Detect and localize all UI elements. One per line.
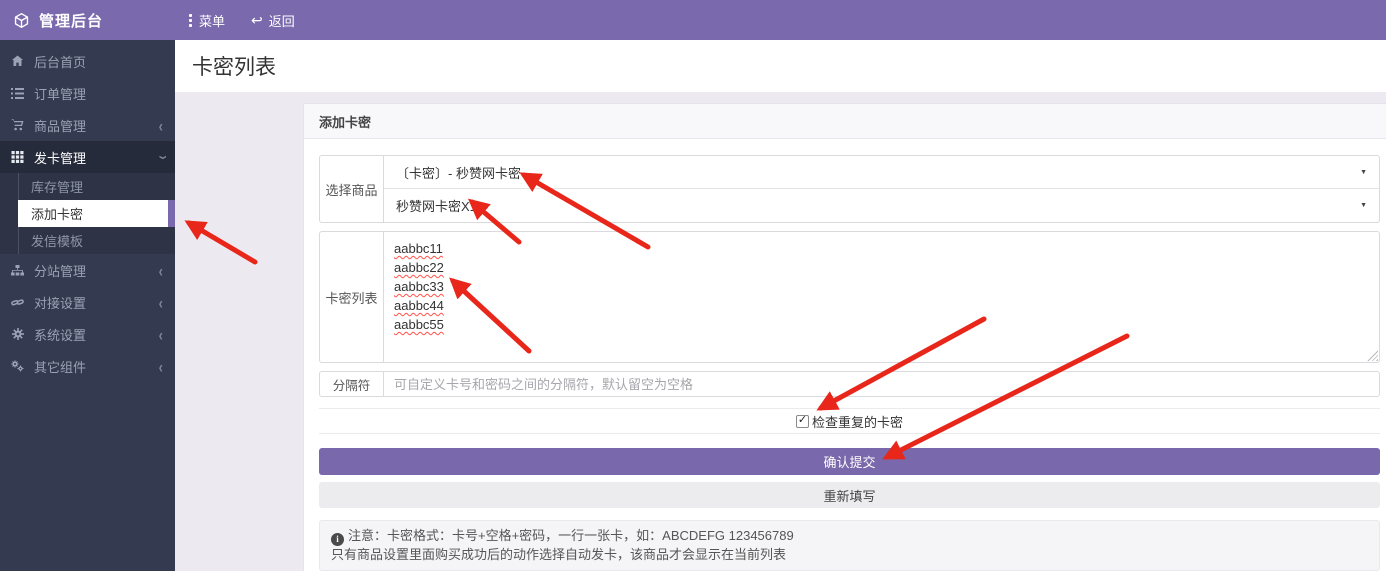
sitemap-icon bbox=[10, 264, 25, 277]
page-header-bar: 卡密列表 bbox=[175, 40, 1386, 92]
separator-group: 分隔符 bbox=[319, 371, 1380, 397]
list-icon bbox=[10, 87, 25, 100]
product-select-label: 选择商品 bbox=[320, 156, 384, 222]
sidebar-item-subsites[interactable]: 分站管理 ‹ bbox=[0, 254, 175, 286]
gears-icon bbox=[10, 360, 25, 373]
chevron-down-icon: ‹ bbox=[151, 155, 171, 159]
menu-toggle-label: 菜单 bbox=[199, 11, 225, 30]
back-button[interactable]: ↩ 返回 bbox=[251, 11, 295, 30]
chevron-left-icon: ‹ bbox=[159, 115, 163, 135]
note-line-2: 只有商品设置里面购买成功后的动作选择自动发卡，该商品才会显示在当前列表 bbox=[331, 546, 1368, 564]
card-list-label: 卡密列表 bbox=[320, 232, 384, 362]
card-list-textarea[interactable]: aabbc11 aabbc22 aabbc33 aabbc44 aabbc55 bbox=[384, 232, 1379, 362]
home-icon bbox=[10, 55, 25, 68]
card-code: aabbc22 bbox=[394, 260, 444, 275]
card-list-group: 卡密列表 aabbc11 aabbc22 aabbc33 aabbc44 aab… bbox=[319, 231, 1380, 363]
sidebar-item-label: 商品管理 bbox=[34, 116, 159, 135]
sidebar-item-label: 分站管理 bbox=[34, 261, 159, 280]
sidebar-subitem-label: 添加卡密 bbox=[31, 204, 83, 223]
back-icon: ↩ bbox=[251, 13, 263, 27]
chevron-left-icon: ‹ bbox=[159, 292, 163, 312]
sidebar-subitem-inventory[interactable]: 库存管理 bbox=[18, 173, 175, 200]
sidebar-item-label: 其它组件 bbox=[34, 357, 159, 376]
card-code: aabbc33 bbox=[394, 279, 444, 294]
sidebar-item-other-components[interactable]: 其它组件 ‹ bbox=[0, 350, 175, 382]
info-icon: i bbox=[331, 533, 344, 546]
admin-screen: 管理后台 菜单 ↩ 返回 后台首页 订单管理 商品管理 ‹ bbox=[0, 0, 1386, 571]
separator-input[interactable] bbox=[384, 372, 1379, 396]
cart-icon bbox=[10, 119, 25, 132]
product-value: 秒赞网卡密X1 bbox=[396, 196, 1360, 215]
menu-icon bbox=[189, 12, 193, 29]
product-category-select[interactable]: 〔卡密〕- 秒赞网卡密 ▼ bbox=[384, 156, 1379, 189]
product-select-group: 选择商品 〔卡密〕- 秒赞网卡密 ▼ 秒赞网卡密X1 ▼ bbox=[319, 155, 1380, 223]
panel-title: 添加卡密 bbox=[304, 104, 1386, 139]
check-icon: ✓ bbox=[798, 415, 807, 426]
card-code: aabbc55 bbox=[394, 317, 444, 332]
sidebar-item-label: 后台首页 bbox=[34, 52, 163, 71]
grid-icon bbox=[10, 151, 25, 164]
chevron-left-icon: ‹ bbox=[159, 356, 163, 376]
menu-toggle[interactable]: 菜单 bbox=[189, 11, 225, 30]
select-caret-icon: ▼ bbox=[1360, 202, 1367, 209]
sidebar: 后台首页 订单管理 商品管理 ‹ 发卡管理 ‹ 库存管理 添加卡密 发信模板 bbox=[0, 40, 175, 571]
brand-title: 管理后台 bbox=[39, 10, 103, 31]
sidebar-item-home[interactable]: 后台首页 bbox=[0, 45, 175, 77]
brand[interactable]: 管理后台 bbox=[0, 0, 175, 40]
sidebar-subitem-label: 库存管理 bbox=[31, 177, 83, 196]
sidebar-subitem-mail-template[interactable]: 发信模板 bbox=[18, 227, 175, 254]
product-category-value: 〔卡密〕- 秒赞网卡密 bbox=[396, 163, 1360, 182]
chevron-left-icon: ‹ bbox=[159, 324, 163, 344]
sidebar-item-products[interactable]: 商品管理 ‹ bbox=[0, 109, 175, 141]
back-button-label: 返回 bbox=[269, 11, 295, 30]
page-title: 卡密列表 bbox=[192, 51, 276, 81]
select-caret-icon: ▼ bbox=[1360, 169, 1367, 176]
sidebar-subitem-add-card[interactable]: 添加卡密 bbox=[18, 200, 175, 227]
gear-icon bbox=[10, 328, 25, 341]
reset-button[interactable]: 重新填写 bbox=[319, 482, 1380, 508]
sidebar-item-label: 系统设置 bbox=[34, 325, 159, 344]
link-icon bbox=[10, 296, 25, 309]
check-duplicates-label[interactable]: 检查重复的卡密 bbox=[812, 412, 903, 431]
content-area: 添加卡密 选择商品 〔卡密〕- 秒赞网卡密 ▼ 秒赞网卡密X1 ▼ bbox=[175, 92, 1386, 571]
sidebar-item-card-management[interactable]: 发卡管理 ‹ bbox=[0, 141, 175, 173]
separator-label: 分隔符 bbox=[320, 372, 384, 396]
sidebar-item-system-settings[interactable]: 系统设置 ‹ bbox=[0, 318, 175, 350]
add-card-panel: 添加卡密 选择商品 〔卡密〕- 秒赞网卡密 ▼ 秒赞网卡密X1 ▼ bbox=[303, 103, 1386, 571]
submit-button[interactable]: 确认提交 bbox=[319, 448, 1380, 475]
divider bbox=[319, 433, 1380, 434]
sidebar-item-orders[interactable]: 订单管理 bbox=[0, 77, 175, 109]
sidebar-item-label: 订单管理 bbox=[34, 84, 163, 103]
resize-grip[interactable] bbox=[1367, 350, 1378, 361]
top-header: 管理后台 菜单 ↩ 返回 bbox=[0, 0, 1386, 40]
check-duplicates-checkbox[interactable]: ✓ bbox=[796, 415, 809, 428]
sidebar-item-label: 发卡管理 bbox=[34, 148, 159, 167]
product-select[interactable]: 秒赞网卡密X1 ▼ bbox=[384, 189, 1379, 222]
sidebar-item-label: 对接设置 bbox=[34, 293, 159, 312]
note-line-1: 注意：卡密格式：卡号+空格+密码，一行一张卡，如：ABCDEFG 1234567… bbox=[348, 528, 794, 543]
sidebar-item-api-settings[interactable]: 对接设置 ‹ bbox=[0, 286, 175, 318]
card-code: aabbc11 bbox=[394, 241, 443, 256]
card-code: aabbc44 bbox=[394, 298, 444, 313]
note-box: i 注意：卡密格式：卡号+空格+密码，一行一张卡，如：ABCDEFG 123456… bbox=[319, 520, 1380, 571]
cube-icon bbox=[13, 12, 30, 29]
sidebar-submenu: 库存管理 添加卡密 发信模板 bbox=[0, 173, 175, 254]
chevron-left-icon: ‹ bbox=[159, 260, 163, 280]
sidebar-subitem-label: 发信模板 bbox=[31, 231, 83, 250]
